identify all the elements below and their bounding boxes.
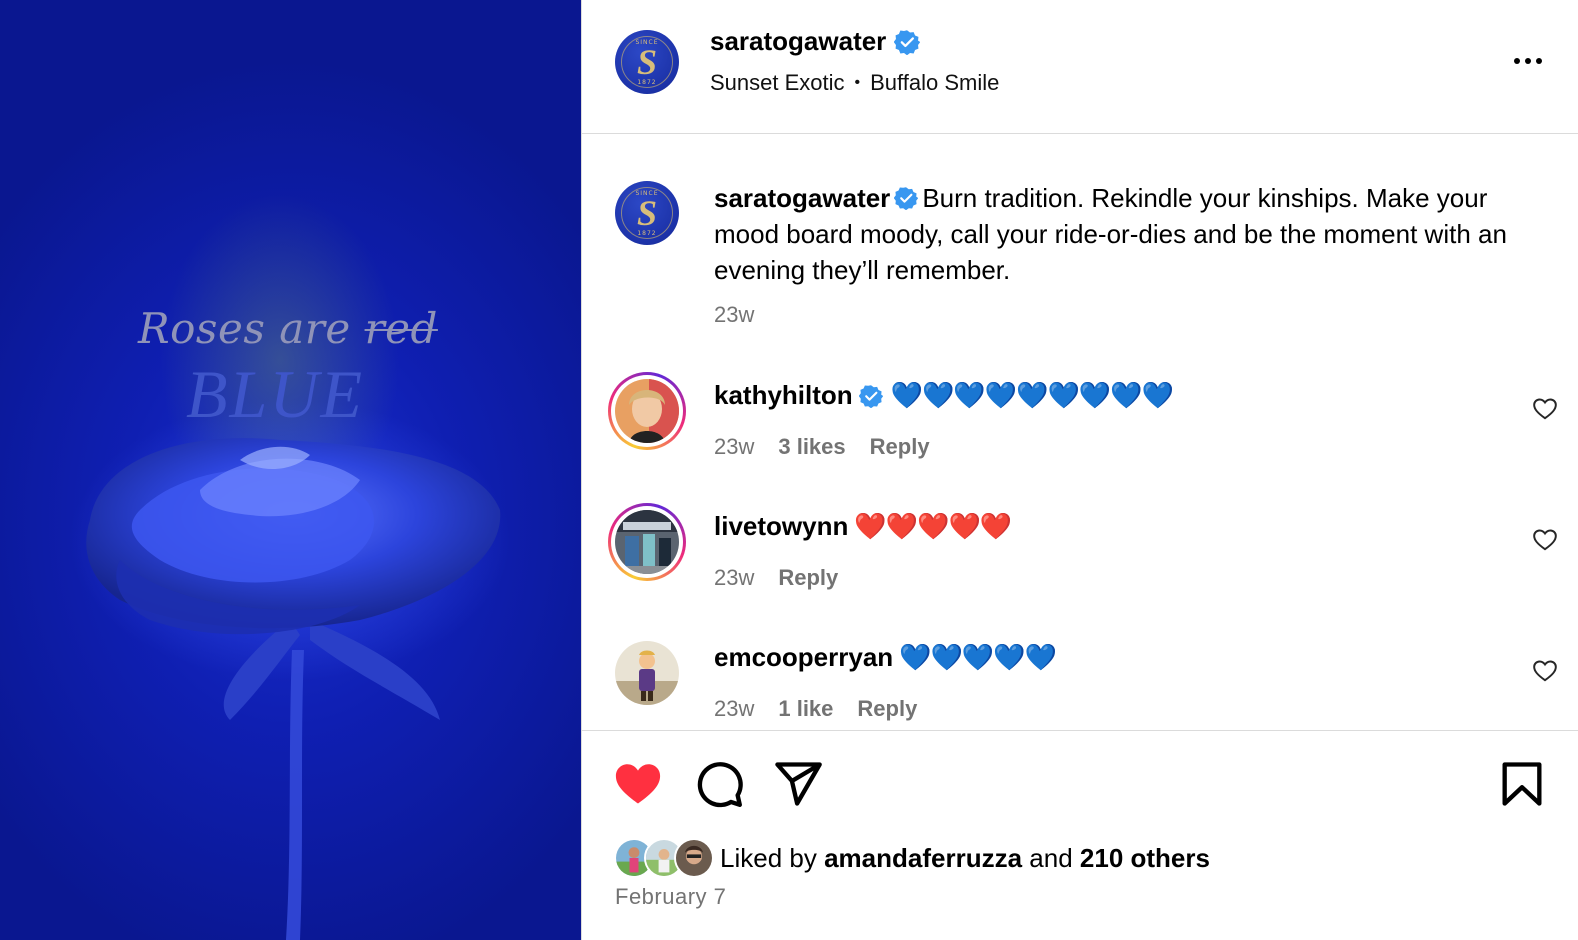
liked-by-middle: and: [1029, 842, 1073, 873]
comment-text-row: kathyhilton 💙💙💙💙💙💙💙💙💙: [714, 380, 1174, 411]
comment-body: 💙💙💙💙💙💙💙💙💙: [890, 380, 1174, 410]
avatar: [615, 641, 679, 705]
post-panel: SINCE S 1872 saratogawater Sunset Exotic…: [582, 0, 1578, 940]
logo-year: 1872: [637, 79, 657, 86]
comment-avatar-story-ring[interactable]: [608, 503, 686, 581]
verified-icon: [894, 29, 921, 55]
comment-body: ❤️❤️❤️❤️❤️: [854, 511, 1012, 541]
caption-text: saratogawater Burn tradition. Rekindle y…: [714, 180, 1514, 288]
account-name-row: saratogawater: [710, 26, 921, 57]
comment-username[interactable]: kathyhilton: [714, 380, 853, 411]
avatar: [674, 838, 714, 878]
actions-divider: [582, 730, 1578, 731]
more-icon: [1514, 58, 1520, 64]
avatar-inner: [611, 375, 683, 447]
comment-avatar-story-ring[interactable]: [608, 372, 686, 450]
media-headline: Roses are red: [138, 304, 438, 353]
comment-avatar[interactable]: [615, 641, 679, 705]
liked-by-user[interactable]: amandaferruzza: [824, 843, 1022, 873]
comment-timestamp[interactable]: 23w: [714, 696, 754, 722]
audio-attribution: Sunset Exotic • Buffalo Smile: [710, 70, 999, 96]
account-username[interactable]: saratogawater: [710, 26, 886, 57]
liked-by-avatars[interactable]: [614, 838, 718, 878]
avatar: [615, 379, 679, 443]
logo-since: SINCE: [635, 39, 659, 46]
comment-reply-button[interactable]: Reply: [870, 434, 930, 460]
comment-username[interactable]: livetowynn: [714, 511, 848, 542]
audio-separator: •: [854, 74, 861, 91]
logo-year: 1872: [637, 230, 657, 237]
verified-icon: [894, 187, 919, 211]
heart-icon[interactable]: [1532, 527, 1558, 553]
caption-timestamp[interactable]: 23w: [714, 302, 754, 328]
logo-since: SINCE: [635, 190, 659, 197]
comment-meta: 23w Reply: [714, 565, 838, 591]
avatar-inner: [611, 506, 683, 578]
audio-left-link[interactable]: Sunset Exotic: [710, 70, 845, 96]
comment-text-row: livetowynn ❤️❤️❤️❤️❤️: [714, 511, 1012, 542]
more-icon-dot: [1525, 58, 1531, 64]
comment-likes-count[interactable]: 1 like: [778, 696, 833, 722]
comment-likes-count[interactable]: 3 likes: [778, 434, 845, 460]
avatar: [615, 510, 679, 574]
comment-timestamp[interactable]: 23w: [714, 434, 754, 460]
caption-avatar[interactable]: SINCE S 1872: [615, 181, 679, 245]
verified-icon: [858, 384, 883, 408]
liked-by-others[interactable]: 210 others: [1080, 843, 1210, 873]
bookmark-icon[interactable]: [1496, 758, 1548, 810]
media-headline-struck: red: [364, 304, 438, 353]
comment-reply-button[interactable]: Reply: [857, 696, 917, 722]
liked-by-text: Liked by amandaferruzza and 210 others: [720, 843, 1210, 874]
audio-right-link[interactable]: Buffalo Smile: [870, 70, 999, 96]
comment-item: kathyhilton 💙💙💙💙💙💙💙💙💙 23w 3 likes Reply: [582, 372, 1578, 482]
comment-item: livetowynn ❤️❤️❤️❤️❤️ 23w Reply: [582, 503, 1578, 613]
account-avatar[interactable]: SINCE S 1872: [615, 30, 679, 94]
post-date[interactable]: February 7: [615, 884, 726, 910]
blue-rose-image: [86, 438, 501, 940]
comment-item: emcooperryan 💙💙💙💙💙 23w 1 like Reply: [582, 634, 1578, 730]
post-media[interactable]: Roses are red BLUE: [0, 0, 581, 940]
share-icon[interactable]: [772, 758, 824, 810]
comment-timestamp[interactable]: 23w: [714, 565, 754, 591]
comment-meta: 23w 3 likes Reply: [714, 434, 930, 460]
comment-reply-button[interactable]: Reply: [778, 565, 838, 591]
comment-username[interactable]: emcooperryan: [714, 642, 893, 673]
heart-icon[interactable]: [1532, 658, 1558, 684]
comment-text-row: emcooperryan 💙💙💙💙💙: [714, 642, 1057, 673]
comment-meta: 23w 1 like Reply: [714, 696, 917, 722]
liked-by-row: Liked by amandaferruzza and 210 others: [614, 838, 1210, 878]
heart-icon[interactable]: [1532, 396, 1558, 422]
more-icon-dot: [1536, 58, 1542, 64]
comment-body: 💙💙💙💙💙: [899, 642, 1057, 672]
comment-icon[interactable]: [693, 758, 745, 810]
media-headline-prefix: Roses are: [138, 304, 351, 353]
more-options-button[interactable]: [1508, 46, 1548, 76]
liked-by-prefix: Liked by: [720, 842, 817, 873]
like-heart-icon[interactable]: [612, 758, 664, 810]
post-header: SINCE S 1872 saratogawater Sunset Exotic…: [582, 0, 1578, 134]
caption-username[interactable]: saratogawater: [714, 183, 890, 213]
